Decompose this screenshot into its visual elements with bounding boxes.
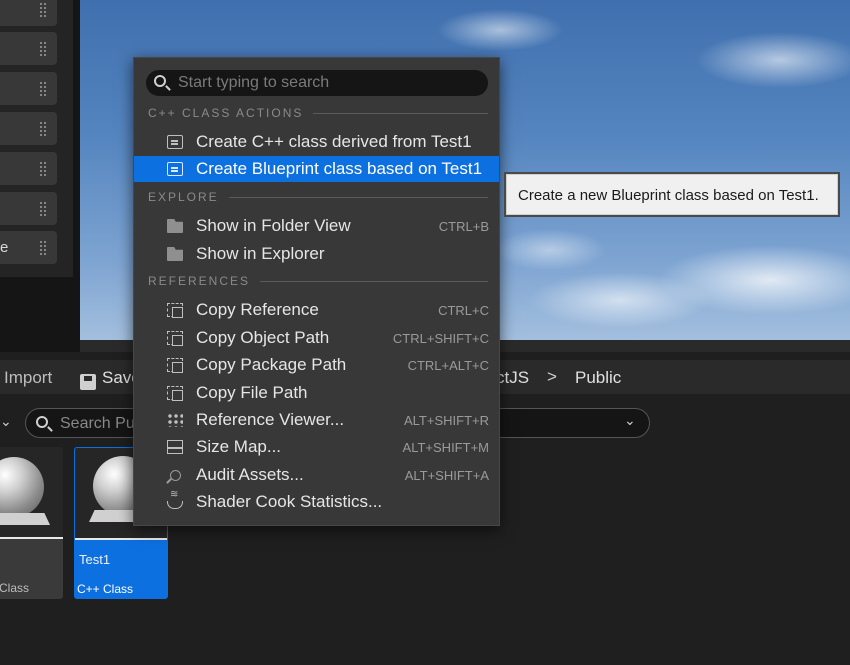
menu-item-audit-assets[interactable]: Audit Assets... ALT+SHIFT+A [134, 462, 499, 488]
section-header-explore: EXPLORE [148, 190, 488, 206]
copy-icon [167, 358, 183, 373]
search-placeholder: Search Pu [60, 415, 135, 432]
reference-graph-icon [167, 413, 183, 427]
import-button[interactable]: Import [4, 368, 52, 388]
section-header-references: REFERENCES [148, 274, 488, 290]
folder-search-icon [167, 247, 183, 261]
drag-grip-icon[interactable] [39, 201, 47, 217]
breadcrumb-item[interactable]: ctJS [496, 368, 529, 388]
save-icon[interactable] [80, 374, 96, 390]
editor-window: e Import Save ctJS > Public ⌄ Search Pu … [0, 0, 850, 665]
search-icon [36, 416, 48, 428]
copy-icon [167, 386, 183, 401]
tooltip: Create a new Blueprint class based on Te… [504, 172, 840, 217]
menu-item-shortcut: ALT+SHIFT+R [403, 413, 489, 428]
stand-thumbnail-icon [0, 513, 50, 525]
folder-search-icon [167, 219, 183, 233]
menu-item-label: Shader Cook Statistics... [196, 492, 383, 511]
menu-item-create-blueprint-class[interactable]: Create Blueprint class based on Test1 [134, 156, 499, 182]
menu-item-shortcut: ALT+SHIFT+M [402, 440, 489, 455]
menu-item-label: Size Map... [196, 437, 282, 456]
menu-item-shader-cook-statistics[interactable]: Shader Cook Statistics... [134, 489, 499, 515]
property-row[interactable] [0, 152, 57, 185]
breadcrumb-separator-icon[interactable]: > [547, 367, 557, 387]
menu-item-label: Copy Object Path [196, 328, 330, 347]
menu-item-label: Copy File Path [196, 383, 308, 402]
asset-type: C++ Class [77, 582, 134, 596]
menu-item-copy-object-path[interactable]: Copy Object Path CTRL+SHIFT+C [134, 325, 499, 351]
copy-icon [167, 303, 183, 318]
class-icon [167, 135, 183, 149]
asset-tile-divider [0, 537, 63, 539]
asset-thumbnail [0, 447, 63, 537]
menu-item-copy-reference[interactable]: Copy Reference CTRL+C [134, 297, 499, 323]
shader-icon [167, 489, 183, 509]
menu-item-copy-file-path[interactable]: Copy File Path [134, 380, 499, 406]
property-row[interactable] [0, 112, 57, 145]
menu-item-shortcut: CTRL+C [438, 303, 489, 318]
section-title: EXPLORE [148, 190, 229, 204]
menu-item-label: Show in Folder View [196, 216, 351, 235]
property-row[interactable] [0, 0, 57, 26]
menu-item-show-in-explorer[interactable]: Show in Explorer [134, 241, 499, 267]
blueprint-class-icon [167, 162, 183, 176]
menu-item-label: Create Blueprint class based on Test1 [196, 159, 483, 178]
property-row[interactable] [0, 72, 57, 105]
menu-search-placeholder: Start typing to search [178, 74, 330, 91]
drag-grip-icon[interactable] [39, 41, 47, 57]
asset-tile[interactable]: Class [0, 447, 63, 599]
asset-name: Test1 [79, 552, 111, 567]
menu-search-input[interactable]: Start typing to search [146, 70, 488, 96]
drag-grip-icon[interactable] [39, 81, 47, 97]
sphere-thumbnail-icon [0, 457, 44, 517]
audit-icon [170, 470, 181, 481]
filter-dropdown-chevron-icon[interactable]: ⌄ [0, 413, 12, 430]
details-panel-body: e [0, 0, 73, 277]
menu-item-show-in-folder-view[interactable]: Show in Folder View CTRL+B [134, 213, 499, 239]
menu-item-label: Show in Explorer [196, 244, 325, 263]
drag-grip-icon[interactable] [39, 240, 47, 256]
drag-grip-icon[interactable] [39, 2, 47, 18]
search-dropdown-chevron-icon[interactable]: ⌄ [624, 412, 636, 429]
menu-item-size-map[interactable]: Size Map... ALT+SHIFT+M [134, 434, 499, 460]
section-title: REFERENCES [148, 274, 261, 288]
breadcrumb-current[interactable]: Public [575, 368, 621, 388]
menu-item-reference-viewer[interactable]: Reference Viewer... ALT+SHIFT+R [134, 407, 499, 433]
menu-item-shortcut: ALT+SHIFT+A [404, 468, 489, 483]
menu-item-label: Reference Viewer... [196, 410, 345, 429]
menu-item-shortcut: CTRL+SHIFT+C [392, 331, 489, 346]
size-map-icon [167, 440, 183, 454]
menu-item-shortcut: CTRL+ALT+C [407, 358, 489, 373]
drag-grip-icon[interactable] [39, 161, 47, 177]
section-header-cpp-class-actions: C++ CLASS ACTIONS [148, 106, 488, 122]
copy-icon [167, 331, 183, 346]
property-row[interactable] [0, 192, 57, 225]
menu-item-label: Copy Package Path [196, 355, 347, 374]
context-menu: Start typing to search C++ CLASS ACTIONS… [133, 57, 500, 526]
details-panel: e [0, 0, 80, 352]
property-row-label: e [0, 239, 9, 256]
menu-item-label: Create C++ class derived from Test1 [196, 132, 472, 151]
property-row[interactable] [0, 32, 57, 65]
menu-item-label: Audit Assets... [196, 465, 304, 484]
property-row[interactable]: e [0, 231, 57, 264]
asset-type: Class [0, 581, 30, 595]
tooltip-text: Create a new Blueprint class based on Te… [518, 187, 819, 204]
menu-item-create-cpp-class[interactable]: Create C++ class derived from Test1 [134, 129, 499, 155]
drag-grip-icon[interactable] [39, 121, 47, 137]
asset-tile-divider [75, 538, 167, 540]
menu-item-copy-package-path[interactable]: Copy Package Path CTRL+ALT+C [134, 352, 499, 378]
menu-item-shortcut: CTRL+B [438, 219, 489, 234]
search-icon [154, 75, 166, 87]
menu-item-label: Copy Reference [196, 300, 319, 319]
section-title: C++ CLASS ACTIONS [148, 106, 314, 120]
